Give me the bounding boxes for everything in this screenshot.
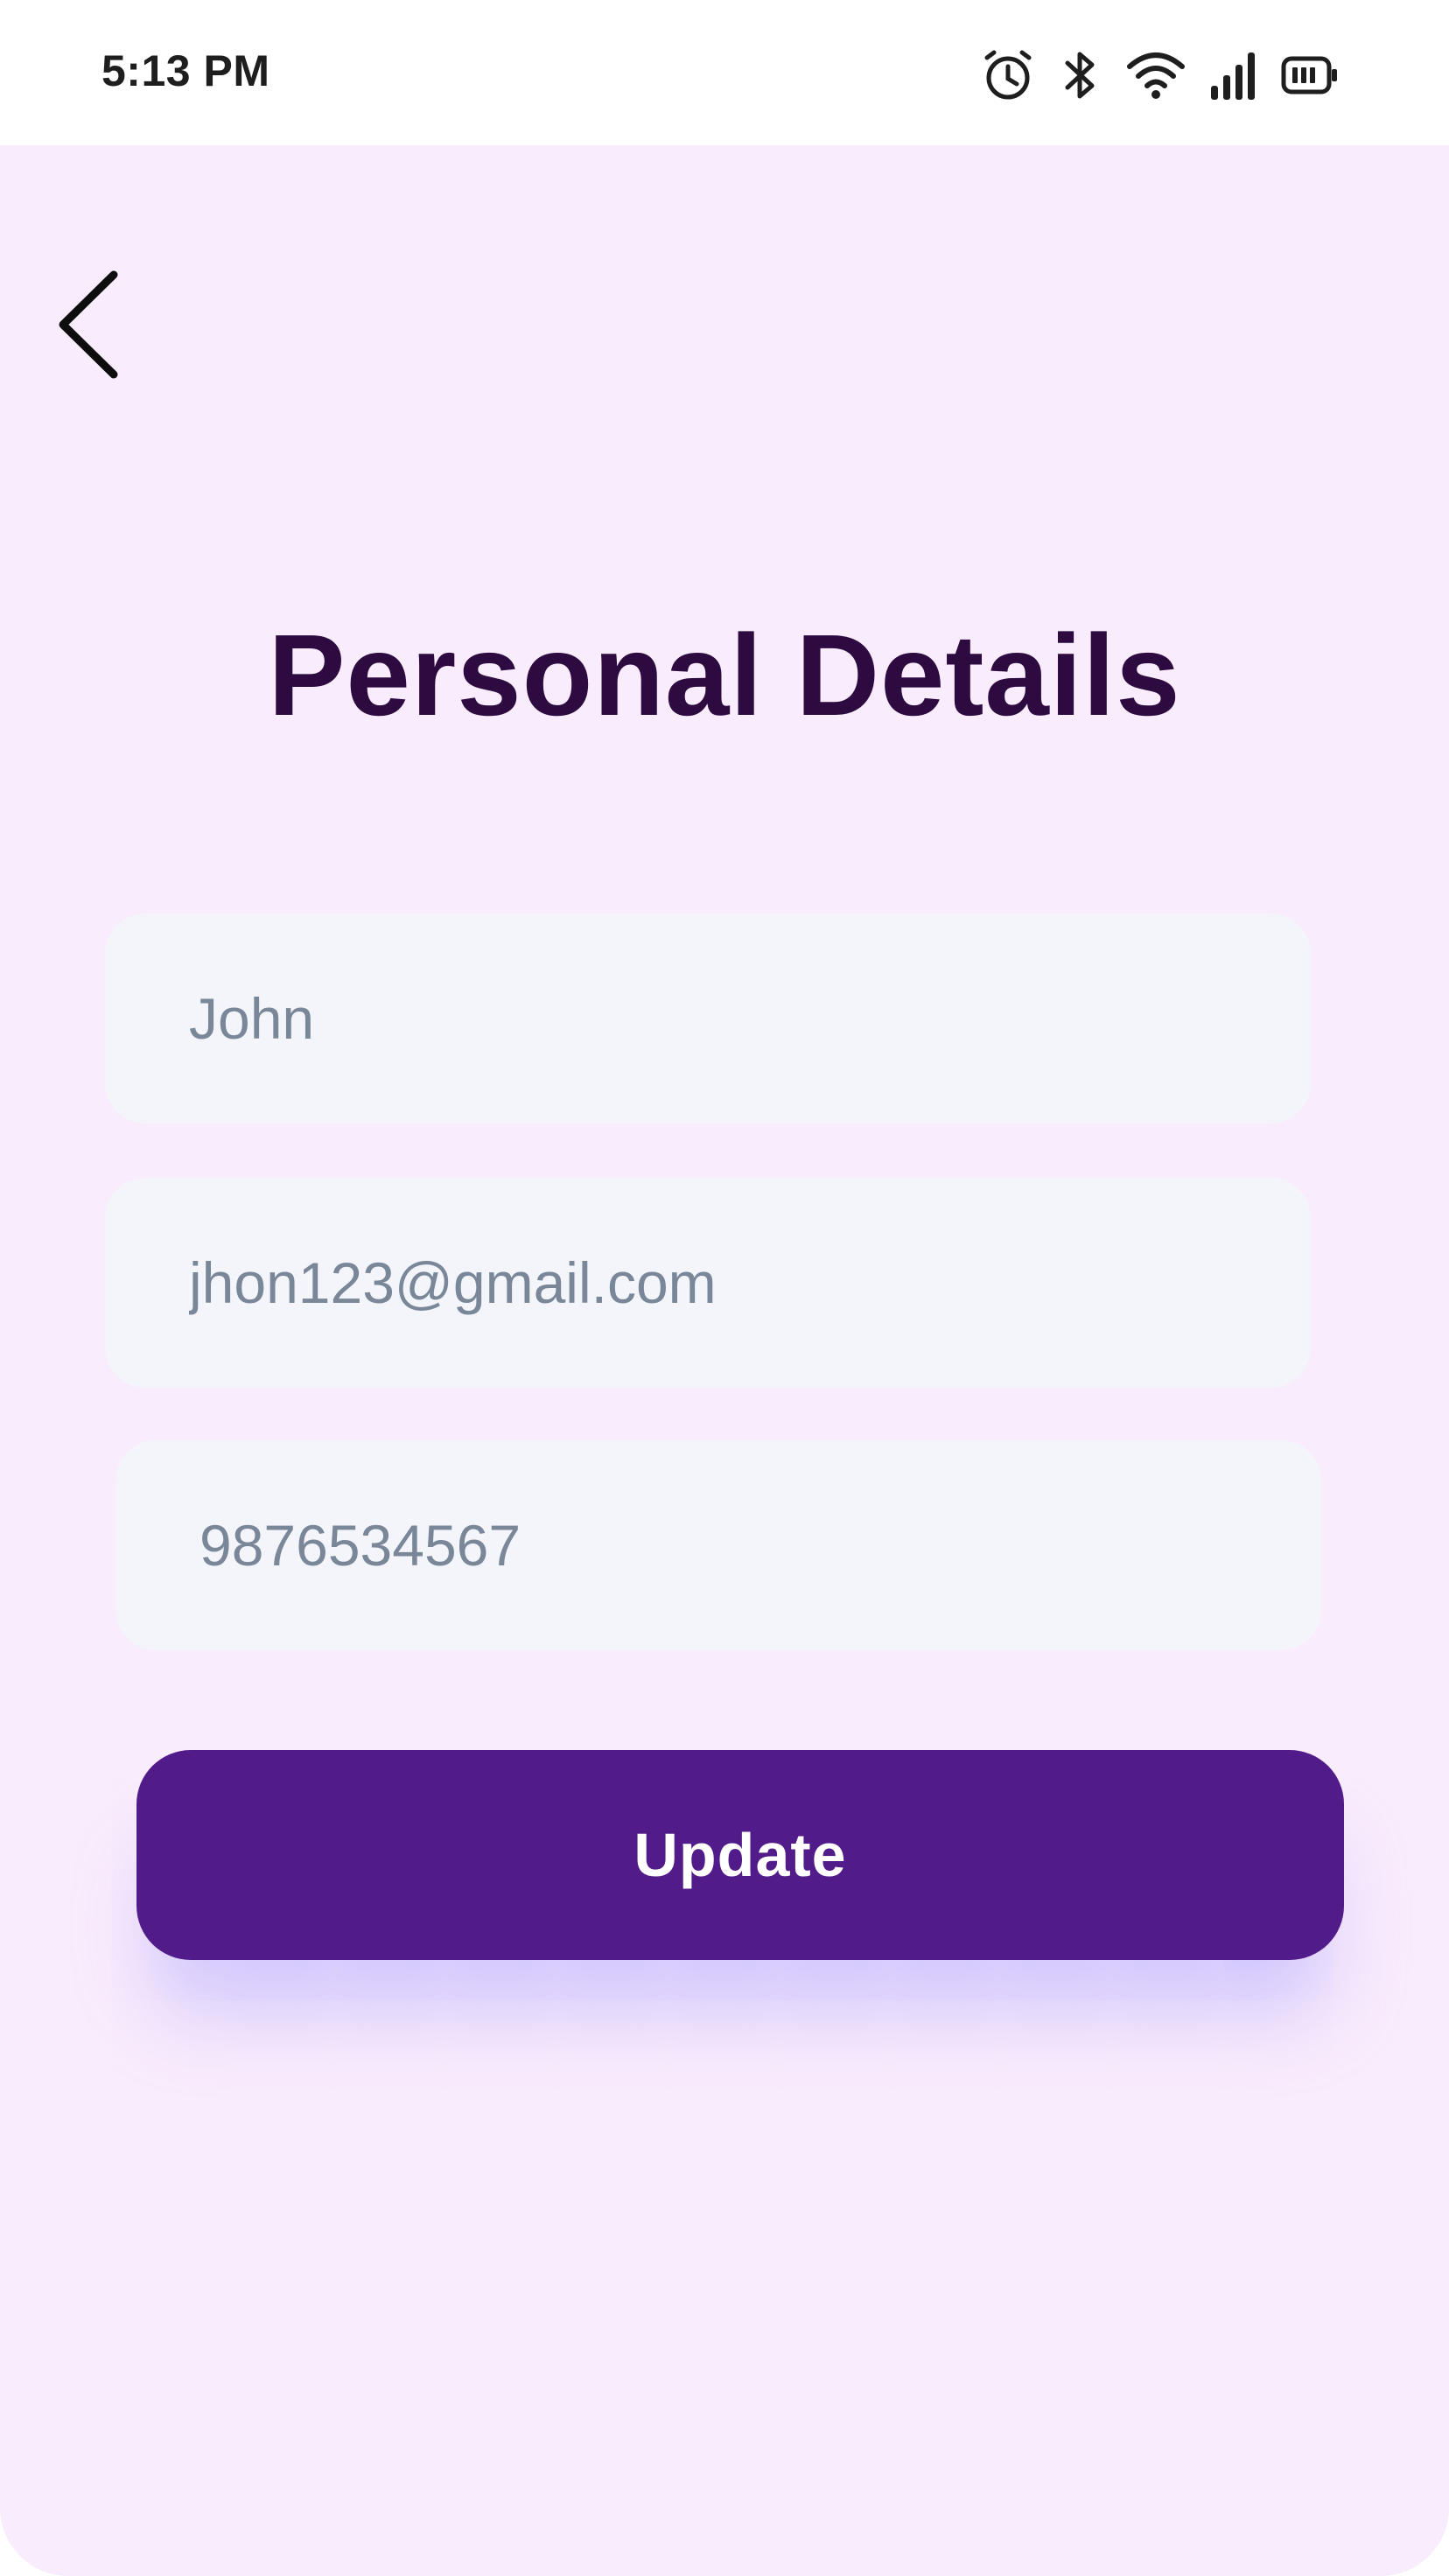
email-field[interactable]: [105, 1178, 1311, 1388]
alarm-icon: [980, 47, 1059, 103]
bluetooth-icon: [1059, 47, 1125, 103]
signal-icon: [1209, 49, 1281, 102]
status-time: 5:13 PM: [102, 46, 270, 95]
wifi-icon: [1125, 49, 1209, 102]
name-field[interactable]: [105, 914, 1311, 1124]
page-title: Personal Details: [268, 611, 1181, 739]
status-bar: 5:13 PM: [0, 0, 1449, 145]
status-icons: [980, 42, 1362, 108]
personal-details-screen: Personal Details Update: [0, 145, 1449, 2576]
update-button[interactable]: Update: [136, 1750, 1344, 1960]
phone-field[interactable]: [116, 1440, 1321, 1650]
chevron-left-icon: [44, 270, 140, 394]
back-button[interactable]: [44, 259, 140, 390]
battery-icon: [1281, 54, 1362, 96]
